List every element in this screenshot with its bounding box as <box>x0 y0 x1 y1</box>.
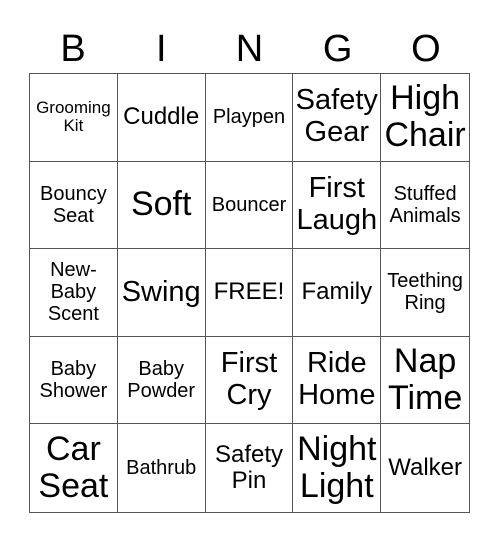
bingo-cell-label: Walker <box>388 453 462 481</box>
bingo-cell[interactable]: First Laugh <box>293 161 382 250</box>
bingo-cell-label: High Chair <box>384 78 466 155</box>
bingo-cell[interactable]: Stuffed Animals <box>381 162 469 250</box>
bingo-cell-label: Family <box>301 278 373 306</box>
bingo-cell[interactable]: Family <box>293 249 382 337</box>
bingo-header: B I N G O <box>29 24 470 74</box>
bingo-cell-free[interactable]: FREE! <box>205 249 294 337</box>
bingo-grid: Grooming Kit Cuddle Playpen Safety Gear High… <box>29 73 470 513</box>
bingo-cell-label: Grooming Kit <box>36 97 111 136</box>
bingo-cell[interactable]: Nap Time <box>381 337 469 425</box>
bingo-cell-label: New-Baby Scent <box>47 259 99 326</box>
bingo-cell-label: Stuffed Animals <box>389 182 461 227</box>
bingo-cell-label: Nap Time <box>387 341 463 418</box>
bingo-cell-label: Cuddle <box>123 103 200 131</box>
bingo-cell[interactable]: Teething Ring <box>381 249 469 337</box>
bingo-cell-label: Ride Home <box>298 347 376 412</box>
bingo-cell[interactable]: Bouncer <box>205 161 294 250</box>
bingo-cell[interactable]: Grooming Kit <box>30 74 118 162</box>
bingo-cell-label: First Laugh <box>296 172 378 236</box>
header-letter-i: I <box>156 28 167 70</box>
header-letter-g: G <box>322 28 353 70</box>
header-letter-b: B <box>60 28 86 70</box>
header-letter-o: O <box>411 28 441 70</box>
bingo-cell-label: Baby Shower <box>39 358 108 403</box>
bingo-cell[interactable]: Bathrub <box>118 424 206 512</box>
bingo-cell-label: Bathrub <box>126 457 197 480</box>
bingo-cell[interactable]: Night Light <box>293 424 382 512</box>
bingo-cell-label: Bouncer <box>211 193 287 216</box>
bingo-cell[interactable]: Swing <box>117 249 206 337</box>
bingo-cell-label: Swing <box>121 275 201 308</box>
bingo-cell-label: Playpen <box>212 106 286 129</box>
bingo-cell[interactable]: Bouncy Seat <box>30 161 118 250</box>
bingo-cell[interactable]: Baby Powder <box>117 336 206 425</box>
bingo-cell[interactable]: New-Baby Scent <box>30 249 118 337</box>
bingo-cell[interactable]: Soft <box>117 161 206 250</box>
bingo-cell[interactable]: Safety Gear <box>293 74 382 162</box>
bingo-cell[interactable]: Safety Pin <box>206 424 294 512</box>
bingo-cell-label: Teething Ring <box>387 270 463 315</box>
bingo-cell[interactable]: First Cry <box>205 336 294 425</box>
bingo-cell-label: FREE! <box>213 278 285 306</box>
bingo-cell[interactable]: Cuddle <box>117 74 206 162</box>
bingo-cell-label: Car Seat <box>38 429 109 506</box>
bingo-cell[interactable]: High Chair <box>381 74 469 162</box>
bingo-cell-label: Soft <box>130 185 192 224</box>
bingo-cell[interactable]: Ride Home <box>293 336 382 425</box>
header-letter-n: N <box>235 28 264 70</box>
bingo-cell-label: Safety Gear <box>295 84 378 149</box>
bingo-cell[interactable]: Car Seat <box>30 424 118 512</box>
bingo-cell-label: First Cry <box>220 347 278 412</box>
bingo-cell-label: Safety Pin <box>214 440 284 495</box>
bingo-cell-label: Baby Powder <box>127 358 196 403</box>
bingo-cell[interactable]: Baby Shower <box>30 336 118 425</box>
bingo-cell-label: Night Light <box>297 429 377 506</box>
bingo-cell[interactable]: Playpen <box>205 74 294 162</box>
bingo-cell[interactable]: Walker <box>381 424 469 512</box>
bingo-cell-label: Bouncy Seat <box>40 182 107 227</box>
